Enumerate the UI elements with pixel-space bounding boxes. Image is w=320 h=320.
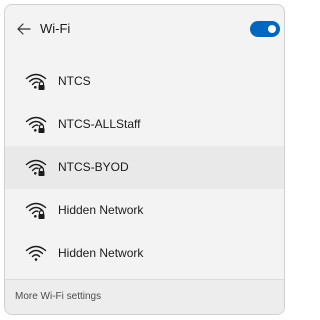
network-name: NTCS-BYOD xyxy=(58,160,129,174)
more-wifi-settings-link[interactable]: More Wi-Fi settings xyxy=(15,290,101,304)
network-name: NTCS xyxy=(58,74,91,88)
page: Wi-Fi NTCS NTCS-ALLStaff NTCS-BYOD Hidde… xyxy=(0,0,290,320)
wifi-icon xyxy=(25,245,47,261)
wifi-secured-icon xyxy=(25,202,47,219)
wifi-flyout: Wi-Fi NTCS NTCS-ALLStaff NTCS-BYOD Hidde… xyxy=(4,4,285,315)
wifi-header: Wi-Fi xyxy=(5,5,284,55)
toggle-knob xyxy=(268,25,276,33)
wifi-secured-icon xyxy=(25,159,47,176)
wifi-secured-icon xyxy=(25,73,47,90)
footer: More Wi-Fi settings xyxy=(5,279,284,314)
network-item[interactable]: NTCS-BYOD xyxy=(5,146,284,189)
network-list: NTCS NTCS-ALLStaff NTCS-BYOD Hidden Netw… xyxy=(5,60,284,275)
back-button[interactable] xyxy=(15,20,33,38)
back-arrow-icon xyxy=(17,23,31,35)
network-item[interactable]: NTCS-ALLStaff xyxy=(5,103,284,146)
network-item[interactable]: NTCS xyxy=(5,60,284,103)
network-name: Hidden Network xyxy=(58,246,144,260)
network-item[interactable]: Hidden Network xyxy=(5,232,284,275)
wifi-secured-icon xyxy=(25,116,47,133)
network-item[interactable]: Hidden Network xyxy=(5,189,284,232)
page-title: Wi-Fi xyxy=(40,21,71,36)
wifi-toggle[interactable] xyxy=(250,21,280,37)
network-name: NTCS-ALLStaff xyxy=(58,117,141,131)
network-name: Hidden Network xyxy=(58,203,144,217)
